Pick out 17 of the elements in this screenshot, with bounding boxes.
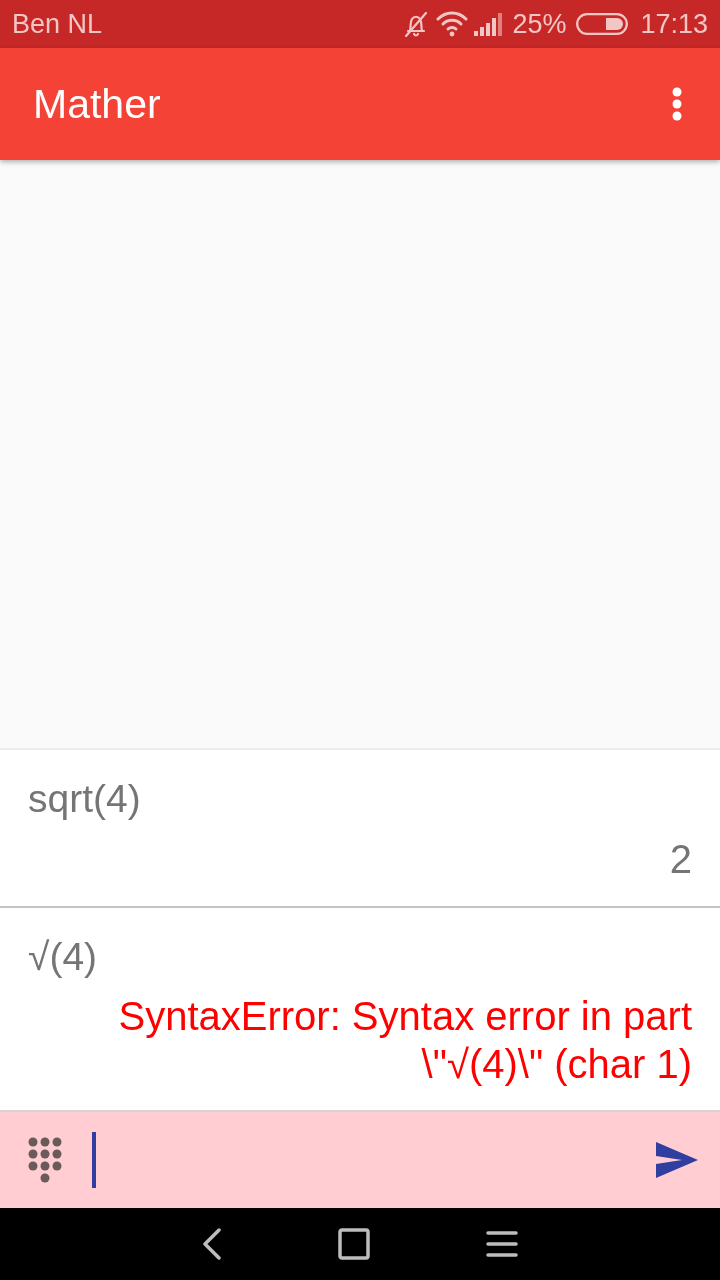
app-title: Mather [33, 80, 162, 128]
wifi-icon [436, 11, 469, 37]
send-icon[interactable] [656, 1142, 698, 1178]
home-square-icon[interactable] [338, 1228, 370, 1260]
battery-percentage: 25% [512, 8, 567, 40]
back-icon[interactable] [202, 1228, 222, 1260]
more-options-icon[interactable] [672, 87, 682, 121]
error-message: SyntaxError: Syntax error in part \"√(4)\" (char 1) [117, 993, 692, 1088]
text-cursor-icon [92, 1132, 96, 1188]
result-text: 2 [669, 836, 692, 883]
expression-text: sqrt(4) [28, 776, 141, 822]
battery-icon [576, 13, 629, 35]
clock: 17:13 [640, 8, 708, 40]
menu-icon[interactable] [486, 1230, 518, 1258]
carrier-name: Ben NL [12, 8, 104, 40]
expression-text: √(4) [28, 934, 98, 980]
keypad-icon[interactable] [28, 1137, 62, 1183]
